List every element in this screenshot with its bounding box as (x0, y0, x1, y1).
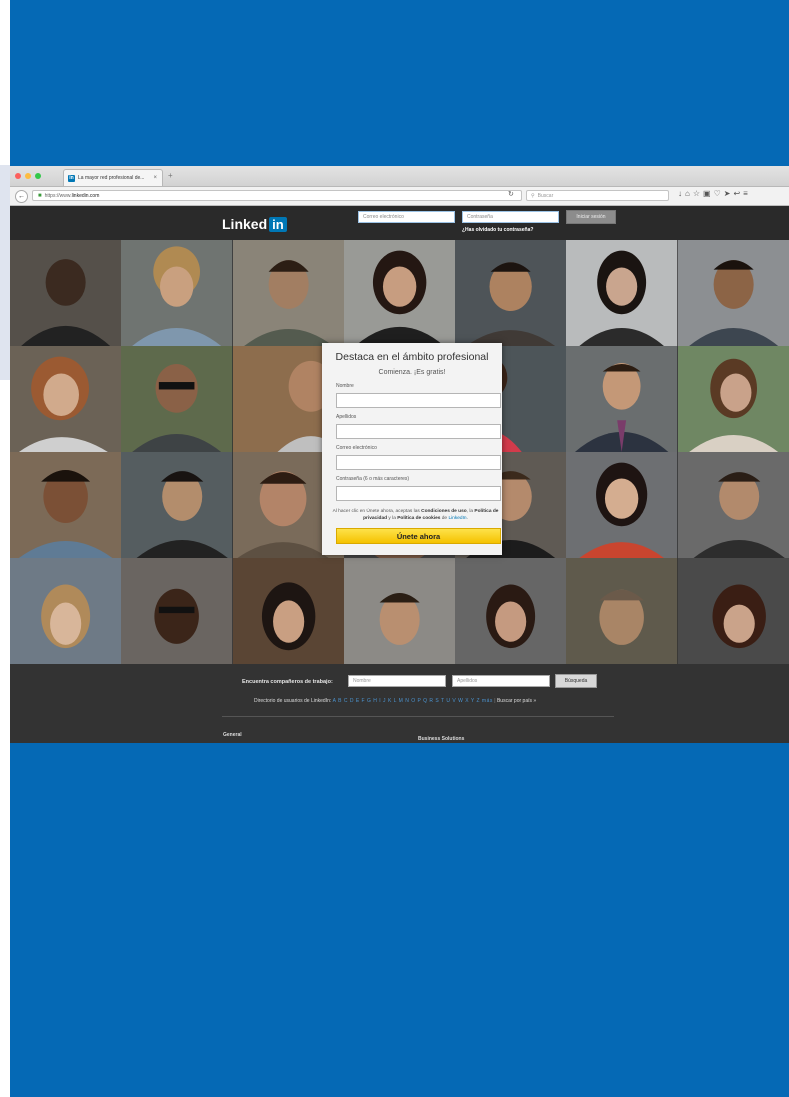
last-name-search-input[interactable]: Apellidos (452, 675, 550, 687)
portrait-photo (232, 240, 344, 346)
portrait-photo (121, 452, 233, 558)
first-name-search-input[interactable]: Nombre (348, 675, 446, 687)
terms-end: . (466, 516, 468, 521)
portrait-photo (10, 346, 122, 452)
linkedin-favicon-icon: in (68, 174, 75, 182)
directory-letters[interactable]: A B C D E F G H I J K L M N O P Q R S T … (333, 698, 493, 704)
business-solutions-heading: Business Solutions (418, 736, 465, 742)
signup-subtitle: Comienza. ¡Es gratis! (378, 369, 446, 376)
search-icon: ⚲ (531, 192, 535, 199)
signup-email-label: Correo electrónico (336, 445, 377, 451)
brand-link[interactable]: LinkedIn (448, 516, 466, 521)
portrait-photo (455, 558, 567, 664)
last-name-placeholder: Apellidos (457, 678, 478, 684)
portrait-photo (232, 558, 344, 664)
portrait-photo (10, 452, 122, 558)
linkedin-header: Linked in Correo electrónico Contraseña … (10, 206, 789, 240)
portrait-photo (677, 558, 789, 664)
browser-screenshot: in La mayor red profesional de... × + ← … (10, 166, 789, 743)
portrait-photo (566, 346, 678, 452)
menu-icon[interactable]: ≡ (743, 189, 751, 198)
footer-divider (222, 716, 614, 717)
close-window-icon[interactable] (15, 173, 21, 179)
portrait-photo (121, 346, 233, 452)
portrait-photo (566, 240, 678, 346)
pocket-icon[interactable]: ♡ (714, 189, 724, 198)
logo-text: Linked (222, 216, 268, 232)
portrait-photo (343, 558, 456, 664)
signup-password-label: Contraseña (6 o más caracteres) (336, 476, 410, 482)
first-name-field[interactable] (336, 393, 501, 408)
general-heading: General (223, 732, 242, 738)
browser-search-input[interactable]: ⚲ Buscar (526, 190, 669, 201)
signup-title: Destaca en el ámbito profesional (335, 351, 489, 363)
find-colleagues-label: Encuentra compañeros de trabajo: (242, 679, 333, 685)
portrait-photo (121, 240, 233, 346)
terms-link[interactable]: Condiciones de uso (421, 509, 467, 514)
toolbar-icons: ↓⌂☆▣♡➤↩≡ (678, 189, 751, 198)
portrait-photo (566, 558, 678, 664)
directory-label: Directorio de usuarios de LinkedIn: (254, 698, 332, 704)
back-arrow-icon[interactable]: ← (15, 190, 28, 203)
lock-icon: ■ (38, 192, 42, 199)
home-icon[interactable]: ⌂ (685, 189, 693, 198)
country-search-link[interactable]: Buscar por país » (497, 698, 536, 704)
portrait-photo (343, 240, 456, 346)
signup-email-field[interactable] (336, 455, 501, 470)
reload-icon[interactable]: ↻ (508, 190, 514, 198)
portrait-photo (10, 558, 122, 664)
terms-sep: y la (387, 516, 398, 521)
download-icon[interactable]: ↓ (678, 189, 685, 198)
email-field[interactable]: Correo electrónico (358, 211, 455, 223)
first-name-placeholder: Nombre (353, 678, 371, 684)
portrait-photo (677, 346, 789, 452)
linkedin-logo[interactable]: Linked in (222, 216, 287, 232)
people-search-button[interactable]: Búsqueda (555, 674, 597, 688)
logo-badge: in (269, 216, 287, 232)
bookmark-star-icon[interactable]: ☆ (693, 189, 703, 198)
address-bar[interactable]: ■ https://www. linkedin.com (32, 190, 522, 201)
first-name-label: Nombre (336, 383, 354, 389)
tab-close-icon[interactable]: × (153, 175, 157, 181)
zoom-window-icon[interactable] (35, 173, 41, 179)
portrait-photo (677, 240, 789, 346)
terms-text: Al hacer clic en Únete ahora, aceptas la… (328, 508, 503, 522)
browser-tab[interactable]: in La mayor red profesional de... × (63, 169, 163, 186)
last-name-label: Apellidos (336, 414, 357, 420)
cookies-link[interactable]: Política de cookies (397, 516, 440, 521)
tab-bar: in La mayor red profesional de... × + (10, 166, 789, 187)
url-domain: linkedin.com (71, 192, 100, 199)
terms-lead: Al hacer clic en Únete ahora, aceptas la… (332, 509, 422, 514)
email-placeholder: Correo electrónico (363, 214, 404, 220)
navigation-bar: ← ■ https://www. linkedin.com ↻ ⚲ Buscar … (10, 187, 789, 206)
password-field[interactable]: Contraseña (462, 211, 559, 223)
library-icon[interactable]: ▣ (703, 189, 714, 198)
minimize-window-icon[interactable] (25, 173, 31, 179)
portrait-photo (121, 558, 233, 664)
portrait-photo (10, 240, 122, 346)
url-prefix: https://www. (44, 192, 72, 199)
send-icon[interactable]: ➤ (724, 189, 734, 198)
portrait-photo (455, 240, 567, 346)
portrait-photo (566, 452, 678, 558)
join-now-button[interactable]: Únete ahora (336, 528, 501, 544)
search-placeholder: Buscar (537, 192, 554, 199)
password-placeholder: Contraseña (467, 214, 493, 220)
last-name-field[interactable] (336, 424, 501, 439)
tab-title: La mayor red profesional de... (78, 175, 145, 181)
signup-password-field[interactable] (336, 486, 501, 501)
login-button[interactable]: Iniciar sesión (566, 210, 616, 224)
portrait-photo (677, 452, 789, 558)
people-search-footer: Encuentra compañeros de trabajo: Nombre … (10, 664, 789, 743)
background-panel (0, 165, 10, 380)
member-directory: Directorio de usuarios de LinkedIn: A B … (254, 698, 537, 704)
extension-icon[interactable]: ↩ (733, 189, 743, 198)
new-tab-icon[interactable]: + (168, 171, 173, 180)
forgot-password-link[interactable]: ¿Has olvidado tu contraseña? (462, 227, 533, 233)
